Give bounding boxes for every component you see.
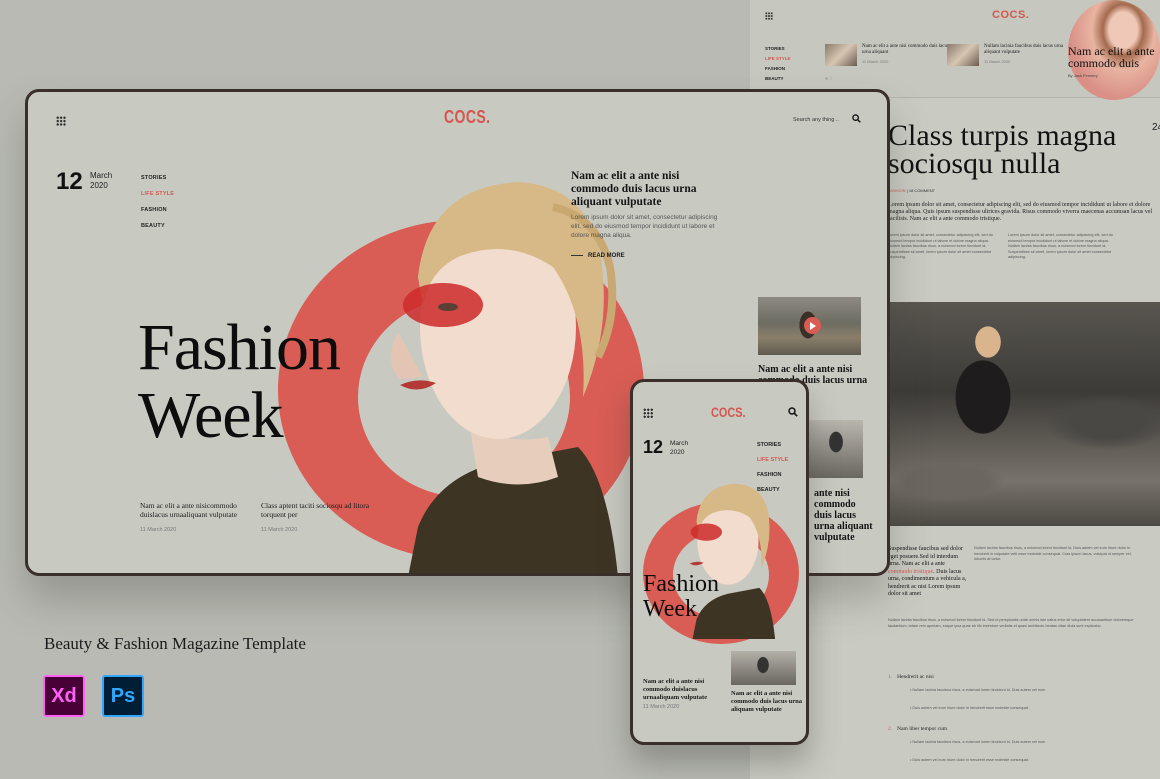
hero-byline: By Jack Fennery	[1068, 73, 1098, 78]
nav-item-lifestyle[interactable]: LIFE STYLE	[141, 186, 174, 202]
nav-item-beauty[interactable]: BEAUTY	[765, 74, 791, 84]
play-icon[interactable]	[804, 317, 821, 334]
article-body-text: Nullam lacinia faucibus risus, a euismod…	[888, 618, 1134, 628]
date-month-year: March 2020	[670, 440, 689, 456]
list-bullet: • Nullam lacinia faucibus risus, a euism…	[910, 688, 1046, 692]
main-nav: STORIES LIFE STYLE FASHION BEAUTY	[141, 170, 174, 234]
article-pullquote: Suspendisse faucibus sed dolor eget posu…	[888, 546, 968, 599]
hero-headline: Fashion Week	[138, 311, 341, 452]
model-portrait-image	[390, 182, 618, 573]
article-thumb-title[interactable]: Nam ac elit a ante nisi commodo duis lac…	[731, 690, 806, 714]
article-top-card[interactable]: Nam ac elit a ante nisi commodo duis lac…	[825, 44, 952, 66]
nav-item-stories[interactable]: STORIES	[765, 44, 791, 54]
article-title: Class turpis magna sociosqu nulla	[888, 119, 1117, 180]
article-nav: STORIES LIFE STYLE FASHION BEAUTY	[765, 44, 791, 84]
nav-item-lifestyle[interactable]: LIFE STYLE	[765, 54, 791, 64]
article-thumbnail[interactable]	[731, 651, 796, 685]
search-input[interactable]: Search any thing ..	[793, 117, 839, 123]
card-date: 11 March 2020	[862, 59, 889, 64]
story-title: Class aptent taciti sociosqu ad litora t…	[261, 501, 370, 519]
quote-link[interactable]: commodo tristique	[888, 569, 933, 575]
menu-grid-icon[interactable]	[56, 116, 66, 126]
story-title: Nam ac elit a ante nisicommodo duislacus…	[140, 501, 238, 519]
meta-comments[interactable]: 18 COMMENT	[909, 188, 935, 193]
article-side-text: Nullam lacinia faucibus risus, a euismod…	[974, 546, 1132, 561]
carousel-dots[interactable]: ● ○	[825, 76, 832, 82]
feature-title[interactable]: Nam ac elit a ante nisi commodo duis lac…	[571, 170, 721, 209]
article-column-left: Lorem ipsum dolor sit amet, consectetur …	[888, 233, 993, 259]
story-item[interactable]: Class aptent taciti sociosqu ad litora t…	[261, 501, 371, 533]
article-lead: Lorem ipsum dolor sit amet, consectetur …	[888, 202, 1153, 222]
list-bullet: • Nullam lacinia faucibus risus, a euism…	[910, 740, 1046, 744]
nav-item-beauty[interactable]: BEAUTY	[141, 218, 174, 234]
adobe-photoshop-icon: Ps	[102, 675, 144, 717]
date-month-year: March 2020	[90, 171, 113, 190]
menu-grid-icon[interactable]	[765, 12, 773, 20]
story-date: 11 March 2020	[643, 704, 680, 710]
template-caption: Beauty & Fashion Magazine Template	[44, 634, 306, 653]
article-photo	[888, 302, 1160, 526]
article-column-right: Lorem ipsum dolor sit amet, consectetur …	[1008, 233, 1113, 259]
hero-headline: Fashion Week	[643, 571, 720, 622]
meta-category[interactable]: FASHION	[888, 188, 906, 193]
site-logo[interactable]: COCS.	[711, 404, 746, 420]
article-meta: FASHION | 18 COMMENT	[888, 188, 936, 193]
article-top-card[interactable]: Nullam lacinia faucibus duis lacus urna …	[947, 44, 1074, 66]
menu-grid-icon[interactable]	[643, 408, 654, 419]
feature-excerpt: Lorem ipsum dolor sit amet, consectetur …	[571, 214, 718, 239]
article-thumbnail[interactable]	[808, 420, 863, 478]
list-heading-1: 1. Hendrerit ac nisi	[888, 674, 934, 680]
phone-mockup: COCS. 12 March 2020 STORIES LIFE STYLE F…	[630, 379, 809, 745]
article-thumb-title[interactable]: ante nisi commodo duis lacus urna aliqua…	[814, 488, 874, 543]
nav-item-stories[interactable]: STORIES	[757, 438, 788, 453]
nav-item-stories[interactable]: STORIES	[141, 170, 174, 186]
quote-text: Suspendisse faucibus sed dolor eget posu…	[888, 546, 963, 567]
story-item[interactable]: Nam ac elit a ante nisicommodo duislacus…	[140, 501, 250, 533]
list-heading-2: 2. Nam liber tempor cum	[888, 726, 948, 732]
date-day: 12	[643, 437, 664, 457]
card-date: 11 March 2020	[984, 59, 1011, 64]
list-bullet: • Duis autem vel eum iriure dolor in hen…	[910, 706, 1029, 710]
card-thumbnail	[825, 44, 857, 66]
nav-item-fashion[interactable]: FASHION	[765, 64, 791, 74]
card-title: Nam ac elit a ante nisi commodo duis lac…	[862, 44, 949, 55]
search-icon[interactable]	[852, 114, 861, 123]
card-thumbnail	[947, 44, 979, 66]
story-date: 11 March 2020	[261, 527, 298, 533]
list-bullet: • Duis autem vel eum iriure dolor in hen…	[910, 758, 1029, 762]
story-title[interactable]: Nam ac elit a ante nisi commodo duislacu…	[643, 678, 723, 702]
article-logo[interactable]: COCS.	[992, 9, 1029, 21]
site-logo[interactable]: COCS.	[444, 107, 490, 128]
date-day: 12	[56, 168, 83, 195]
read-more-link[interactable]: READ MORE	[571, 253, 625, 259]
search-icon[interactable]	[788, 407, 798, 417]
hero-title[interactable]: Nam ac elit a ante commodo duis	[1068, 45, 1160, 69]
nav-item-lifestyle[interactable]: LIFE STYLE	[757, 453, 788, 468]
story-date: 11 March 2020	[140, 527, 177, 533]
nav-item-fashion[interactable]: FASHION	[141, 202, 174, 218]
page-number: 24	[1152, 122, 1160, 133]
card-title: Nullam lacinia faucibus duis lacus urna …	[984, 44, 1064, 55]
adobe-xd-icon: Xd	[43, 675, 85, 717]
